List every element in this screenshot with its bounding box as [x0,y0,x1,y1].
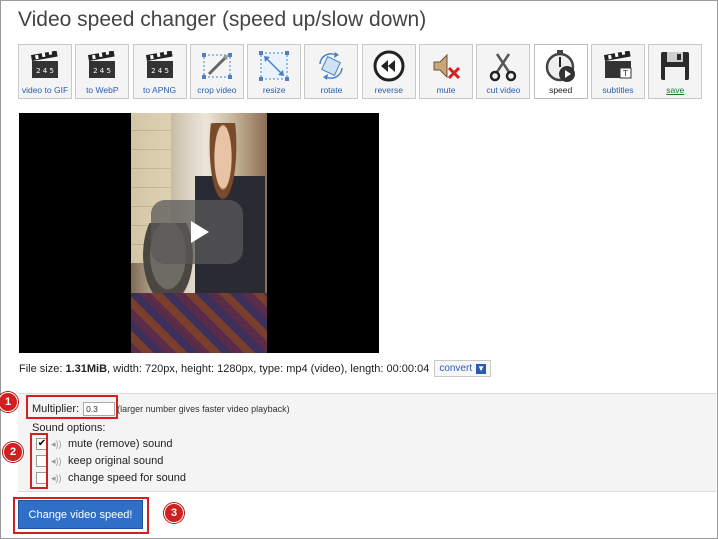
svg-text:2 4 5: 2 4 5 [93,67,111,75]
file-size: 1.31MiB [65,362,108,375]
tool-to-webp[interactable]: 2 4 5 to WebP [75,44,130,99]
step-badge-2: 2 [3,442,23,462]
clapperboard-webp-icon: 2 4 5 [85,49,119,83]
stopwatch-play-icon [544,49,578,83]
tool-label: reverse [374,85,403,95]
highlight-submit-button [13,497,149,534]
floppy-disk-icon [658,49,692,83]
tool-rotate[interactable]: rotate [304,44,359,99]
clapperboard-gif-icon: 2 4 5 [28,49,62,83]
options-panel: Multiplier: (larger number gives faster … [18,393,716,492]
sound-option-mute[interactable]: ✔ ◂)) mute (remove) sound [36,438,173,450]
crop-icon [200,49,234,83]
tool-label: video to GIF [21,85,69,95]
file-info: File size: 1.31MiB, width: 720px, height… [19,360,492,377]
tool-label: mute [436,85,456,95]
file-info-prefix: File size: [19,362,66,375]
download-icon: ▼ [476,363,487,374]
page-title: Video speed changer (speed up/slow down) [18,8,427,31]
multiplier-hint: (larger number gives faster video playba… [117,404,290,414]
resize-icon [257,49,291,83]
scissors-icon [486,49,520,83]
rotate-icon [314,49,348,83]
tool-label: to WebP [86,85,119,95]
tool-label: subtitles [602,85,634,95]
tool-video-to-gif[interactable]: 2 4 5 video to GIF [18,44,72,99]
sound-option-label: keep original sound [68,455,164,467]
rewind-icon [372,49,406,83]
play-icon [191,221,209,243]
video-player[interactable] [19,113,379,353]
speaker-mute-icon [429,49,463,83]
tool-label: speed [549,85,573,95]
sound-option-keep[interactable]: ◂)) keep original sound [36,455,163,467]
step-badge-3: 3 [164,503,184,523]
tool-speed[interactable]: speed [533,44,588,99]
tool-label: save [666,85,685,95]
highlight-multiplier [26,395,118,419]
tool-to-apng[interactable]: 2 4 5 to APNG [132,44,187,99]
tool-toolbar: 2 4 5 video to GIF 2 4 5 to WebP 2 4 5 t… [18,44,706,102]
tool-crop-video[interactable]: crop video [189,44,244,99]
tool-save[interactable]: save [648,44,703,99]
convert-label: convert [439,363,473,374]
sound-icon: ◂)) [51,473,62,483]
tool-reverse[interactable]: reverse [361,44,416,99]
clapperboard-apng-icon: 2 4 5 [143,49,177,83]
svg-text:2 4 5: 2 4 5 [151,67,169,75]
sound-option-label: change speed for sound [68,472,187,484]
tool-label: crop video [197,85,237,95]
tool-resize[interactable]: resize [247,44,302,99]
sound-icon: ◂)) [51,456,62,466]
tool-label: cut video [486,85,521,95]
file-info-details: , width: 720px, height: 1280px, type: mp… [107,362,430,375]
tool-mute[interactable]: mute [419,44,474,99]
tool-cut-video[interactable]: cut video [476,44,531,99]
tool-label: resize [262,85,286,95]
tool-label: to APNG [143,85,177,95]
highlight-sound-checkboxes [30,433,48,489]
sound-icon: ◂)) [51,439,62,449]
svg-text:T: T [622,69,628,78]
convert-button[interactable]: convert ▼ [434,360,492,377]
sound-option-change-speed[interactable]: ◂)) change speed for sound [36,472,186,484]
clapperboard-subtitles-icon: T [601,49,635,83]
tool-label: rotate [320,85,343,95]
sound-option-label: mute (remove) sound [68,438,173,450]
play-button[interactable] [151,200,243,264]
tool-subtitles[interactable]: T subtitles [590,44,645,99]
svg-text:2 4 5: 2 4 5 [36,67,54,75]
